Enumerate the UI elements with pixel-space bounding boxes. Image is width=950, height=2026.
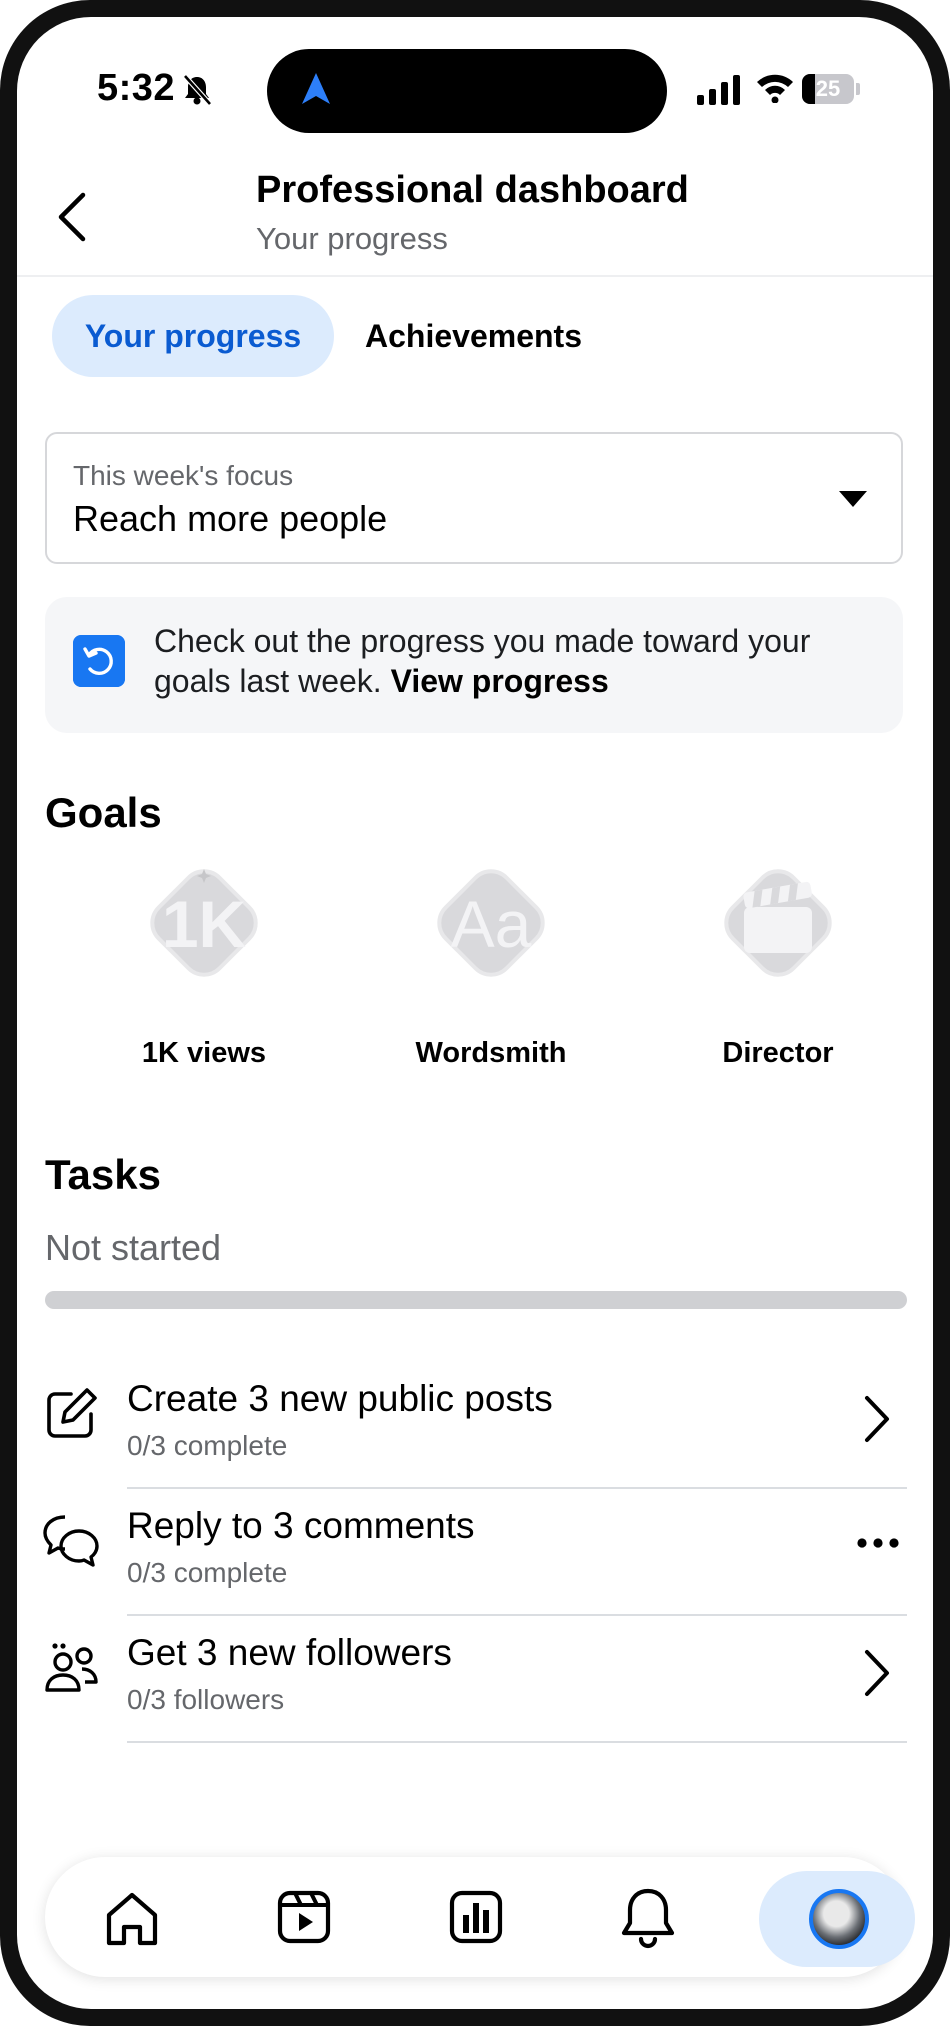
- history-icon: [73, 635, 125, 687]
- task-title: Get 3 new followers: [127, 1632, 452, 1673]
- dashboard-icon[interactable]: [431, 1877, 521, 1957]
- device-frame: 5:32 25 Professional dashboard Your prog…: [0, 0, 950, 2026]
- clapperboard-badge-icon: [724, 869, 832, 977]
- svg-text:1K: 1K: [162, 887, 247, 961]
- header-divider: [17, 275, 933, 277]
- task-title: Reply to 3 comments: [127, 1505, 475, 1546]
- location-arrow-icon: [302, 73, 330, 104]
- wifi-icon: [757, 74, 793, 103]
- more-icon[interactable]: [855, 1536, 901, 1550]
- tasks-progress-bar: [45, 1291, 907, 1309]
- focus-label: This week's focus: [73, 460, 294, 491]
- status-bar: 5:32 25: [17, 17, 933, 137]
- task-title: Create 3 new public posts: [127, 1378, 553, 1419]
- page-subtitle: Your progress: [256, 221, 448, 256]
- bell-off-icon: [183, 74, 212, 106]
- goal-label: Wordsmith: [415, 1037, 567, 1069]
- tasks-status: Not started: [45, 1227, 222, 1268]
- battery-indicator: 25: [802, 74, 854, 104]
- tab-your-progress[interactable]: Your progress: [52, 295, 334, 377]
- status-time: 5:32: [97, 67, 176, 109]
- page-title: Professional dashboard: [256, 169, 689, 211]
- tab-achievements[interactable]: Achievements: [347, 295, 600, 377]
- svg-text:Aa: Aa: [451, 887, 532, 961]
- avatar: [809, 1889, 869, 1949]
- chevron-right-icon: [865, 1650, 889, 1696]
- view-progress-link[interactable]: View progress: [391, 663, 609, 699]
- aa-badge-icon: Aa: [437, 869, 545, 977]
- battery-level: 25: [815, 76, 841, 101]
- edit-icon: [47, 1388, 97, 1438]
- progress-info-card: Check out the progress you made toward y…: [45, 597, 903, 733]
- back-button[interactable]: [47, 187, 97, 247]
- notifications-icon[interactable]: [603, 1877, 693, 1957]
- task-get-followers[interactable]: Get 3 new followers 0/3 followers: [17, 1616, 933, 1743]
- followers-icon: [45, 1643, 98, 1692]
- caret-down-icon: [839, 491, 867, 507]
- tasks-heading: Tasks: [45, 1151, 161, 1198]
- nav-profile-tab[interactable]: [759, 1871, 915, 1967]
- weekly-focus-dropdown[interactable]: This week's focus Reach more people: [45, 432, 903, 564]
- task-status: 0/3 followers: [127, 1684, 285, 1715]
- screen: 5:32 25 Professional dashboard Your prog…: [17, 17, 933, 2009]
- home-icon[interactable]: [87, 1877, 177, 1957]
- bottom-navigation: [45, 1857, 915, 1977]
- info-text-block: Check out the progress you made toward y…: [154, 621, 884, 701]
- task-status: 0/3 complete: [127, 1430, 288, 1461]
- reels-icon[interactable]: [259, 1877, 349, 1957]
- goals-heading: Goals: [45, 789, 162, 836]
- task-divider: [127, 1741, 907, 1743]
- dynamic-island: [267, 49, 667, 133]
- goal-label: 1K views: [141, 1037, 267, 1069]
- comments-icon: [43, 1515, 99, 1567]
- chevron-right-icon: [865, 1396, 889, 1442]
- goal-label: Director: [722, 1037, 834, 1069]
- focus-value: Reach more people: [73, 498, 388, 539]
- task-status: 0/3 complete: [127, 1557, 288, 1588]
- task-create-posts[interactable]: Create 3 new public posts 0/3 complete: [17, 1362, 933, 1489]
- cellular-signal-icon: [697, 75, 740, 105]
- 1k-badge-icon: 1K: [150, 869, 258, 977]
- task-reply-comments[interactable]: Reply to 3 comments 0/3 complete: [17, 1489, 933, 1616]
